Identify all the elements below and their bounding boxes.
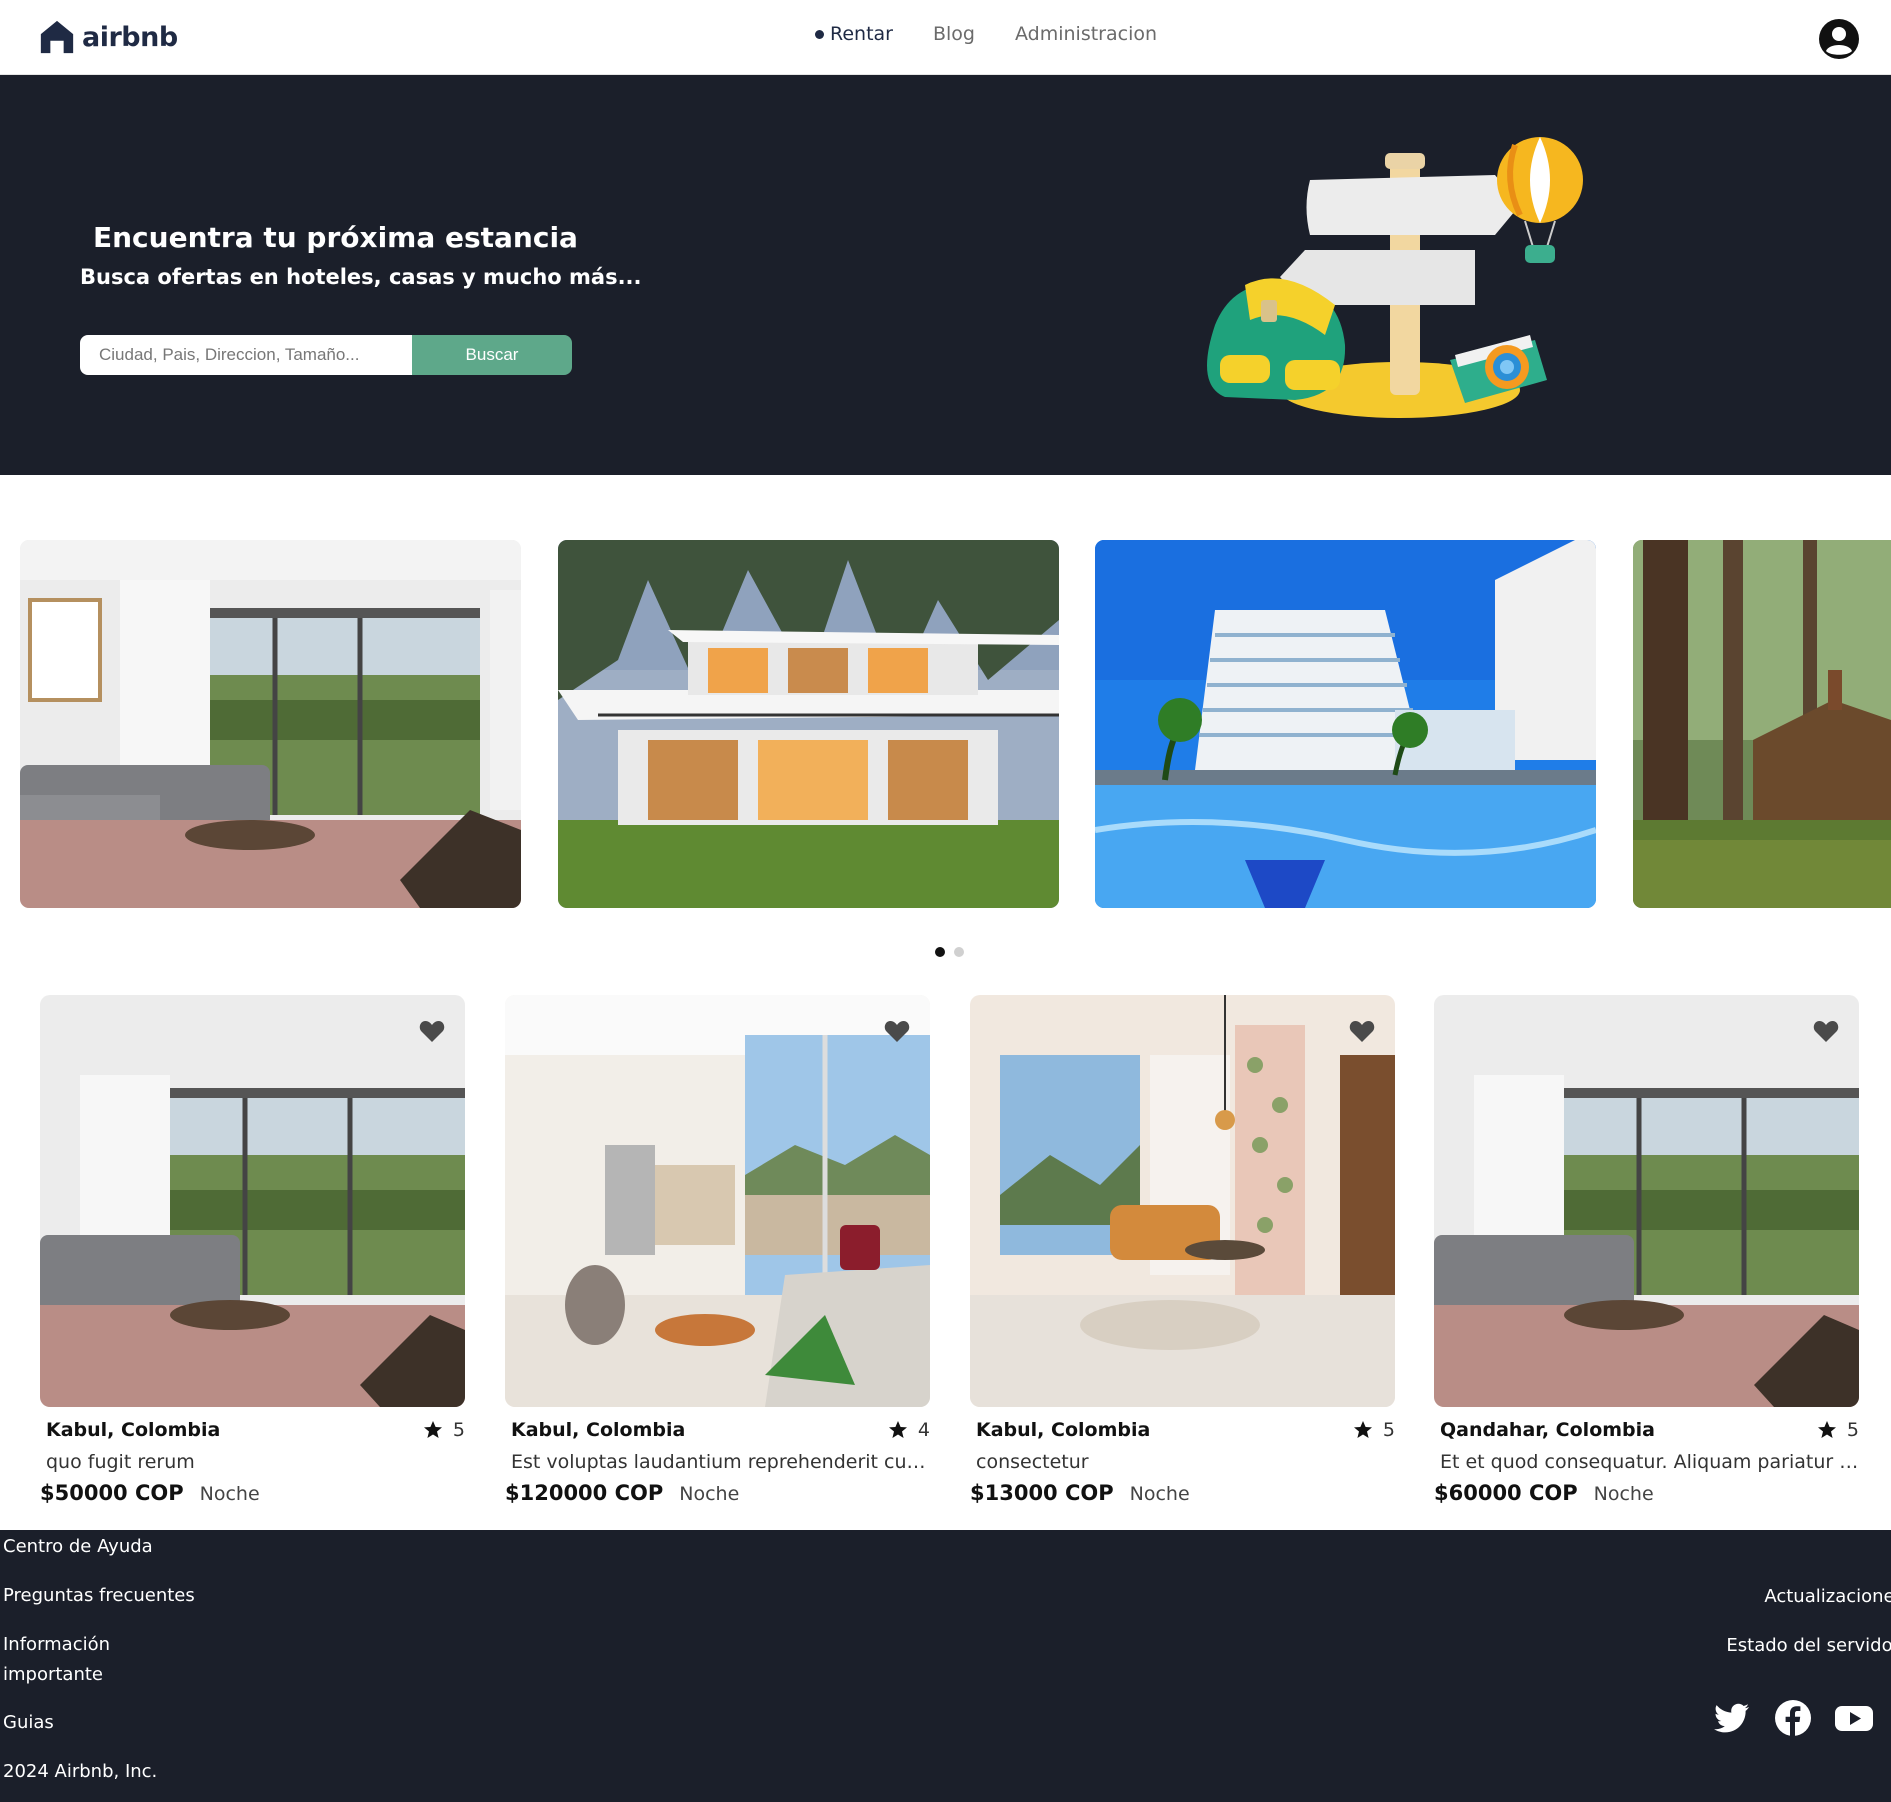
twitter-icon xyxy=(1714,1703,1749,1733)
listing-price: $60000 COP xyxy=(1434,1481,1578,1505)
rating-value: 5 xyxy=(1846,1419,1859,1441)
rating-value: 5 xyxy=(452,1419,465,1441)
hero-banner: Encuentra tu próxima estancia Busca ofer… xyxy=(0,75,1891,475)
twitter-link[interactable] xyxy=(1712,1698,1752,1738)
top-navbar: airbnb Rentar Blog Administracion xyxy=(0,0,1891,75)
footer-link-informacion[interactable]: Información importante xyxy=(3,1630,133,1690)
star-icon xyxy=(1353,1421,1372,1438)
carousel-slide-forest-cabin[interactable] xyxy=(1633,540,1891,908)
star-icon xyxy=(888,1421,907,1438)
favorite-button[interactable] xyxy=(1349,1019,1375,1043)
listing-description: quo fugit rerum xyxy=(46,1451,195,1473)
listing-price-unit: Noche xyxy=(1593,1483,1654,1505)
listing-price-unit: Noche xyxy=(679,1483,740,1505)
listing-image[interactable] xyxy=(1434,995,1859,1407)
footer-link-guias[interactable]: Guias xyxy=(3,1708,54,1738)
listing-location: Qandahar, Colombia xyxy=(1440,1419,1655,1441)
star-icon xyxy=(423,1421,442,1438)
listing-description: Est voluptas laudantium reprehenderit cu… xyxy=(511,1451,930,1473)
heart-icon xyxy=(419,1021,445,1042)
listing-description: Et et quod consequatur. Aliquam pariatur… xyxy=(1440,1451,1859,1473)
listing-card[interactable]: Kabul, Colombia 4 Est voluptas laudantiu… xyxy=(505,995,930,1505)
footer-link-preguntas[interactable]: Preguntas frecuentes xyxy=(3,1581,195,1611)
brand-logo[interactable]: airbnb xyxy=(38,18,178,56)
facebook-link[interactable] xyxy=(1773,1698,1813,1738)
listing-rating: 5 xyxy=(1353,1419,1395,1441)
nav-link-administracion[interactable]: Administracion xyxy=(1015,23,1157,45)
youtube-link[interactable] xyxy=(1834,1698,1874,1738)
listing-price: $13000 COP xyxy=(970,1481,1114,1505)
listing-price: $50000 COP xyxy=(40,1481,184,1505)
facebook-icon xyxy=(1775,1700,1811,1736)
favorite-button[interactable] xyxy=(884,1019,910,1043)
featured-carousel[interactable] xyxy=(0,540,1891,910)
living-room-photo xyxy=(20,540,521,908)
listing-card[interactable]: Kabul, Colombia 5 quo fugit rerum $50000… xyxy=(40,995,465,1505)
rating-value: 5 xyxy=(1382,1419,1395,1441)
kitchen-living-photo xyxy=(505,995,930,1407)
listing-card[interactable]: Qandahar, Colombia 5 Et et quod consequa… xyxy=(1434,995,1859,1505)
carousel-slide-hotel-pool[interactable] xyxy=(1095,540,1596,908)
footer-link-actualizaciones[interactable]: Actualizaciones xyxy=(1764,1586,1891,1607)
living-room-photo xyxy=(40,995,465,1407)
listing-location: Kabul, Colombia xyxy=(46,1419,221,1441)
nav-links: Rentar Blog Administracion xyxy=(815,23,1157,45)
forest-cabin-photo xyxy=(1633,540,1891,908)
favorite-button[interactable] xyxy=(1813,1019,1839,1043)
listing-rating: 5 xyxy=(423,1419,465,1441)
hero-subtitle: Busca ofertas en hoteles, casas y mucho … xyxy=(80,265,642,289)
star-icon xyxy=(1817,1421,1836,1438)
listing-location: Kabul, Colombia xyxy=(976,1419,1151,1441)
carousel-slide-modern-house[interactable] xyxy=(558,540,1059,908)
youtube-icon xyxy=(1835,1706,1873,1731)
heart-icon xyxy=(884,1021,910,1042)
apartment-interior-photo xyxy=(970,995,1395,1407)
house-icon xyxy=(40,20,74,54)
travel-illustration xyxy=(1207,137,1583,418)
listing-location: Kabul, Colombia xyxy=(511,1419,686,1441)
carousel-dot-1[interactable] xyxy=(935,947,945,957)
listing-price: $120000 COP xyxy=(505,1481,664,1505)
carousel-pagination xyxy=(935,947,964,957)
heart-icon xyxy=(1813,1021,1839,1042)
listing-image[interactable] xyxy=(40,995,465,1407)
search-bar: Buscar xyxy=(80,335,572,375)
user-menu-button[interactable] xyxy=(1818,18,1860,60)
listing-image[interactable] xyxy=(505,995,930,1407)
nav-link-label: Rentar xyxy=(830,23,893,45)
footer-link-centro-ayuda[interactable]: Centro de Ayuda xyxy=(3,1532,153,1562)
search-button[interactable]: Buscar xyxy=(412,335,572,375)
listing-price-unit: Noche xyxy=(199,1483,260,1505)
nav-link-rentar[interactable]: Rentar xyxy=(815,23,893,45)
living-room-photo xyxy=(1434,995,1859,1407)
listing-description: consectetur xyxy=(976,1451,1089,1473)
hero-title: Encuentra tu próxima estancia xyxy=(93,221,578,254)
nav-link-blog[interactable]: Blog xyxy=(933,23,975,45)
user-circle-icon xyxy=(1819,19,1859,59)
hotel-pool-photo xyxy=(1095,540,1596,908)
listing-card[interactable]: Kabul, Colombia 5 consectetur $13000 COP… xyxy=(970,995,1395,1505)
site-footer: Centro de Ayuda Preguntas frecuentes Inf… xyxy=(0,1530,1891,1802)
search-input[interactable] xyxy=(80,335,412,375)
listing-image[interactable] xyxy=(970,995,1395,1407)
favorite-button[interactable] xyxy=(419,1019,445,1043)
brand-name: airbnb xyxy=(82,21,178,53)
listing-rating: 5 xyxy=(1817,1419,1859,1441)
modern-house-photo xyxy=(558,540,1059,908)
footer-copyright: 2024 Airbnb, Inc. xyxy=(3,1761,158,1782)
footer-link-estado-servidor[interactable]: Estado del servidor xyxy=(1726,1635,1891,1656)
carousel-dot-2[interactable] xyxy=(954,947,964,957)
rating-value: 4 xyxy=(917,1419,930,1441)
heart-icon xyxy=(1349,1021,1375,1042)
listing-rating: 4 xyxy=(888,1419,930,1441)
carousel-slide-living-room[interactable] xyxy=(20,540,521,908)
listing-price-unit: Noche xyxy=(1129,1483,1190,1505)
active-indicator xyxy=(815,29,824,39)
